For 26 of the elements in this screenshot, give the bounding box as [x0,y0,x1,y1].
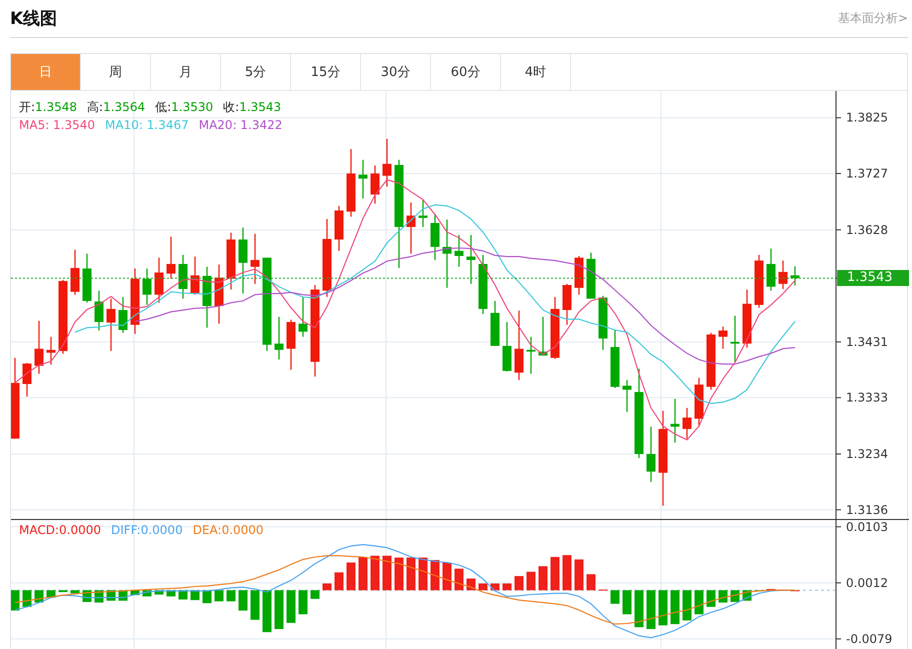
axis-label: -0.0079 [846,632,892,646]
axis-label: 1.3628 [846,222,888,237]
axis-label: 1.3825 [846,110,888,125]
quote-value: 1.3564 [103,100,146,114]
quote-value: 1.3548 [35,100,78,114]
quote-label: 高: [87,100,104,114]
quote-label: 低: [155,100,172,114]
axis-label: 1.3727 [846,166,888,180]
macd-legend: DEA:0.0000 [192,523,264,537]
axis-label: 1.3136 [846,502,888,517]
quote-label: 收: [223,100,240,114]
moving-average-legend: MA10: 1.3467 [105,116,189,134]
quote-value: 1.3543 [239,100,282,114]
quote-label: 开: [19,100,36,114]
macd-legend: DIFF:0.0000 [111,523,183,537]
macd-legend: MACD:0.0000 [19,523,102,537]
moving-average-legend: MA5: 1.3540 [19,116,96,134]
axis-label: 0.0012 [846,576,888,590]
axis-label: 0.0103 [846,520,888,534]
axis-label: 1.3234 [846,447,888,461]
price-tag: 1.3543 [837,270,909,286]
quote-value: 1.3530 [171,100,214,114]
axis-label: 1.3431 [846,334,888,349]
moving-average-legend: MA20: 1.3422 [198,116,282,134]
page-title: K线图 [10,8,58,30]
axis-label: 1.3333 [846,390,888,405]
